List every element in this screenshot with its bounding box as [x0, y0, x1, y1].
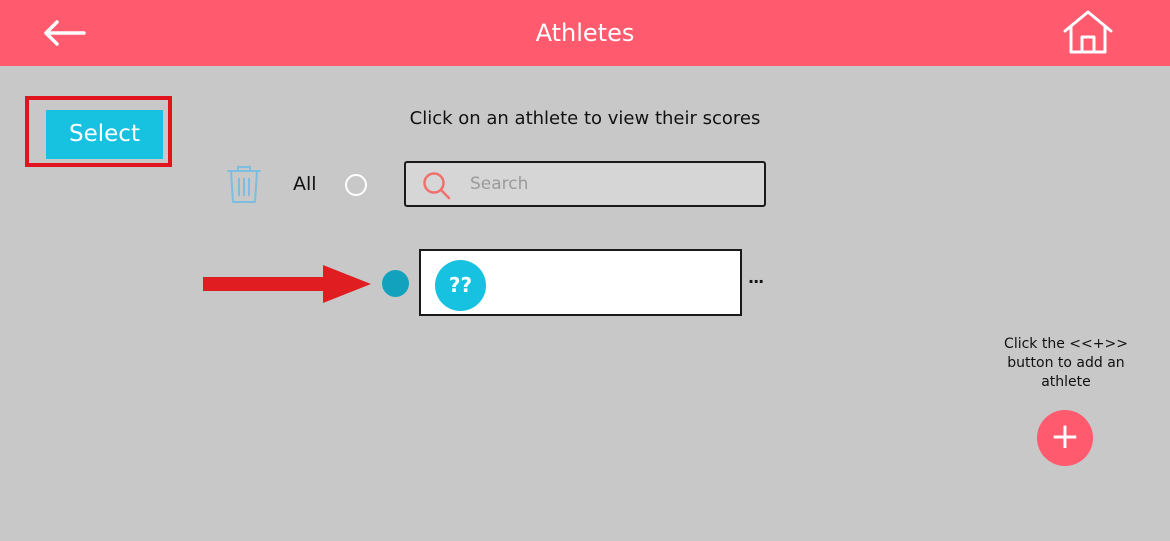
search-icon [423, 172, 451, 200]
athlete-select-radio[interactable] [382, 270, 409, 297]
athlete-list-item[interactable]: ?? [419, 249, 742, 316]
page-title: Athletes [535, 19, 635, 47]
add-athlete-hint: Click the <<+>> button to add an athlete [1004, 336, 1128, 390]
home-button[interactable] [1059, 6, 1117, 58]
back-button[interactable] [38, 10, 90, 56]
instruction-text: Click on an athlete to view their scores [409, 108, 761, 129]
pointer-arrow-annotation [203, 265, 371, 303]
app-header: Athletes [0, 0, 1170, 66]
all-label: All [293, 173, 317, 195]
search-input[interactable] [470, 163, 750, 205]
back-arrow-icon [44, 20, 86, 46]
trash-icon[interactable] [224, 162, 264, 206]
add-athlete-button[interactable]: + [1037, 410, 1093, 466]
home-icon [1063, 10, 1113, 54]
search-box[interactable] [404, 161, 766, 207]
select-button[interactable]: Select [46, 110, 163, 159]
avatar: ?? [435, 260, 486, 311]
select-all-radio[interactable] [345, 174, 367, 196]
more-options-button[interactable]: ... [748, 268, 764, 287]
